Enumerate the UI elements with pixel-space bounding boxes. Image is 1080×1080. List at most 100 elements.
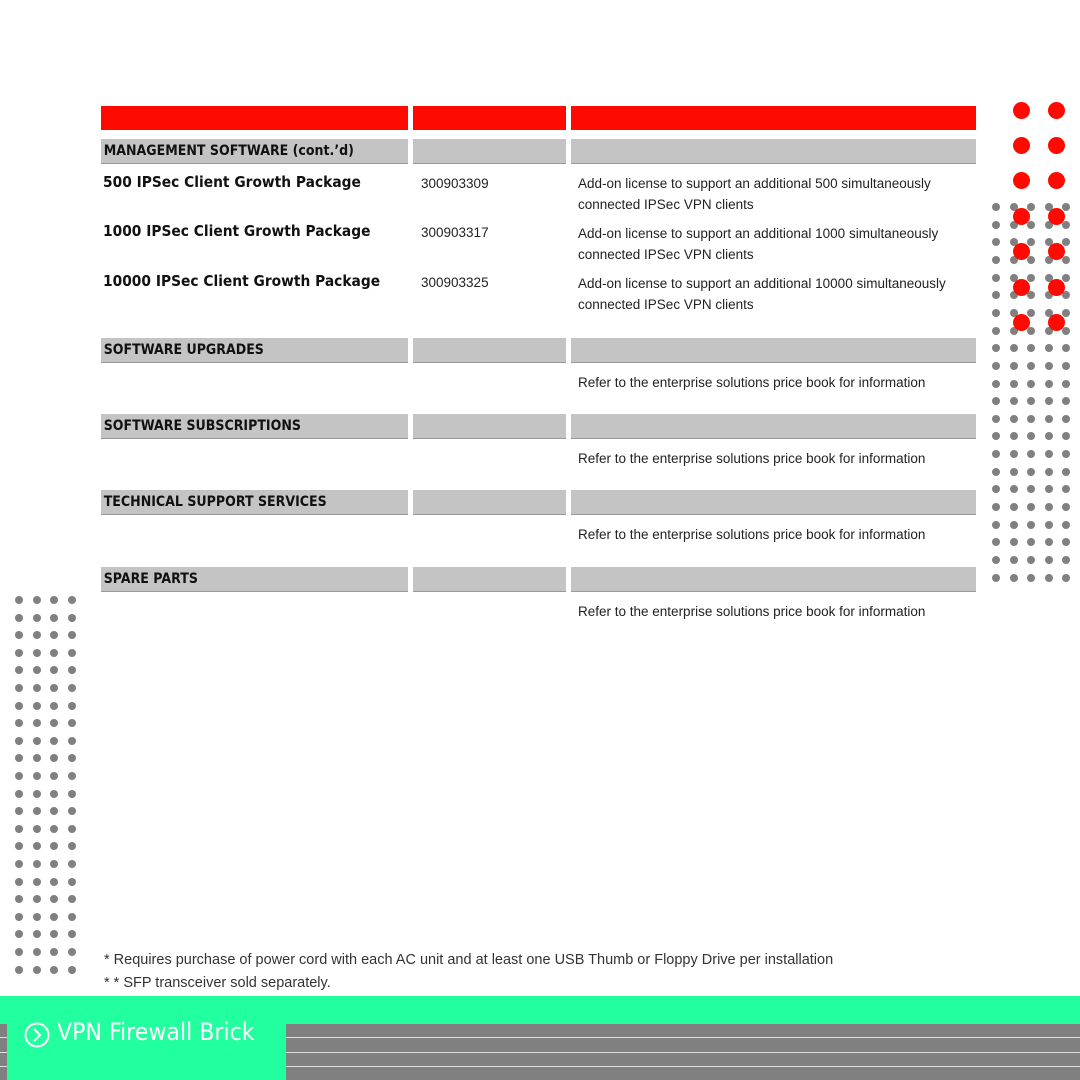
grey-dot bbox=[1027, 573, 1035, 582]
grey-dot bbox=[992, 467, 1000, 476]
grey-dot bbox=[1027, 255, 1035, 264]
part-number: 300903325 bbox=[421, 275, 489, 290]
grey-dot bbox=[50, 860, 58, 868]
grey-dot bbox=[1045, 344, 1053, 353]
section-bar bbox=[413, 414, 566, 439]
grey-dot bbox=[1010, 414, 1018, 423]
grey-dot bbox=[1062, 556, 1070, 564]
grey-dot bbox=[50, 754, 58, 763]
grey-dot bbox=[1027, 485, 1035, 494]
grey-dot bbox=[1062, 361, 1070, 370]
section-title: SPARE PARTS bbox=[103, 571, 198, 587]
grey-dot bbox=[68, 684, 76, 692]
grey-dot bbox=[1010, 538, 1018, 547]
grey-dot bbox=[50, 895, 58, 904]
grey-dot bbox=[1045, 467, 1053, 476]
red-dot bbox=[1047, 136, 1065, 154]
grey-dot bbox=[15, 772, 23, 780]
grey-dot bbox=[15, 736, 23, 745]
grey-dot bbox=[68, 965, 76, 974]
grey-dot bbox=[1062, 450, 1070, 459]
grey-dot bbox=[1062, 273, 1070, 282]
grey-dot bbox=[1062, 238, 1070, 247]
grey-dot bbox=[992, 238, 1000, 247]
grey-dot bbox=[33, 701, 41, 710]
grey-dot bbox=[33, 895, 41, 904]
grey-dot bbox=[992, 326, 1000, 335]
grey-dot bbox=[15, 877, 23, 886]
grey-dot bbox=[50, 701, 58, 710]
grey-dot bbox=[1062, 485, 1070, 494]
grey-dot bbox=[68, 772, 76, 780]
grey-dot bbox=[992, 291, 1000, 300]
grey-dot bbox=[992, 414, 1000, 423]
grey-dot bbox=[15, 842, 23, 851]
grey-dot bbox=[992, 397, 1000, 406]
grey-dot bbox=[50, 965, 58, 974]
chevron-circle-icon bbox=[24, 1022, 50, 1048]
grey-dot bbox=[1010, 361, 1018, 370]
grey-dot bbox=[992, 503, 1000, 512]
grey-dot bbox=[50, 719, 58, 728]
grey-dot bbox=[1045, 520, 1053, 529]
grey-dot bbox=[15, 948, 23, 956]
grey-dot bbox=[1027, 273, 1035, 282]
grey-dot bbox=[992, 538, 1000, 547]
section-bar: SOFTWARE SUBSCRIPTIONS bbox=[101, 414, 408, 439]
grey-dot bbox=[68, 754, 76, 763]
grey-dot bbox=[1062, 414, 1070, 423]
grey-dot bbox=[33, 648, 41, 657]
red-dot bbox=[1012, 101, 1030, 119]
grey-dot bbox=[15, 701, 23, 710]
grey-dot bbox=[1027, 361, 1035, 370]
grey-dot bbox=[50, 948, 58, 956]
section-bar: SPARE PARTS bbox=[101, 567, 408, 592]
red-dot bbox=[1047, 242, 1065, 260]
grey-dot bbox=[50, 684, 58, 692]
section-bar bbox=[571, 338, 976, 363]
grey-dot bbox=[33, 631, 41, 640]
grey-dot bbox=[1062, 467, 1070, 476]
grey-dot bbox=[992, 361, 1000, 370]
section-bar bbox=[413, 338, 566, 363]
product-description: Add-on license to support an additional … bbox=[578, 176, 931, 212]
red-dot bbox=[1047, 278, 1065, 296]
grey-dot bbox=[33, 824, 41, 833]
grey-dot bbox=[15, 895, 23, 904]
grey-dot bbox=[1045, 414, 1053, 423]
grey-dot bbox=[1045, 397, 1053, 406]
grey-dot bbox=[50, 877, 58, 886]
grey-dot bbox=[15, 719, 23, 728]
grey-dot bbox=[1027, 556, 1035, 564]
section-note: Refer to the enterprise solutions price … bbox=[578, 527, 926, 542]
grey-dot bbox=[68, 877, 76, 886]
grey-dot bbox=[15, 860, 23, 868]
red-dot bbox=[1047, 171, 1065, 189]
grey-dot bbox=[33, 719, 41, 728]
grey-dot bbox=[1045, 379, 1053, 388]
grey-dot bbox=[15, 930, 23, 939]
grey-dot bbox=[68, 948, 76, 956]
grey-dot bbox=[33, 772, 41, 780]
section-bar bbox=[571, 139, 976, 164]
section-bar bbox=[571, 414, 976, 439]
header-bar-col1 bbox=[101, 106, 408, 130]
grey-dot bbox=[1062, 203, 1070, 211]
grey-dot bbox=[50, 613, 58, 622]
grey-dot bbox=[33, 789, 41, 798]
grey-dot bbox=[33, 842, 41, 851]
header-bar-col2 bbox=[413, 106, 566, 130]
grey-dot bbox=[1027, 344, 1035, 353]
grey-dot bbox=[33, 877, 41, 886]
grey-dot bbox=[1062, 379, 1070, 388]
footnote: * Requires purchase of power cord with e… bbox=[104, 952, 834, 968]
grey-dot bbox=[50, 596, 58, 604]
section-title: SOFTWARE SUBSCRIPTIONS bbox=[103, 418, 301, 434]
grey-dot bbox=[1045, 450, 1053, 459]
grey-dot bbox=[1010, 397, 1018, 406]
grey-dot bbox=[992, 432, 1000, 441]
grey-dot bbox=[68, 789, 76, 798]
grey-dot bbox=[68, 648, 76, 657]
grey-dot bbox=[33, 965, 41, 974]
grey-dot bbox=[33, 666, 41, 675]
